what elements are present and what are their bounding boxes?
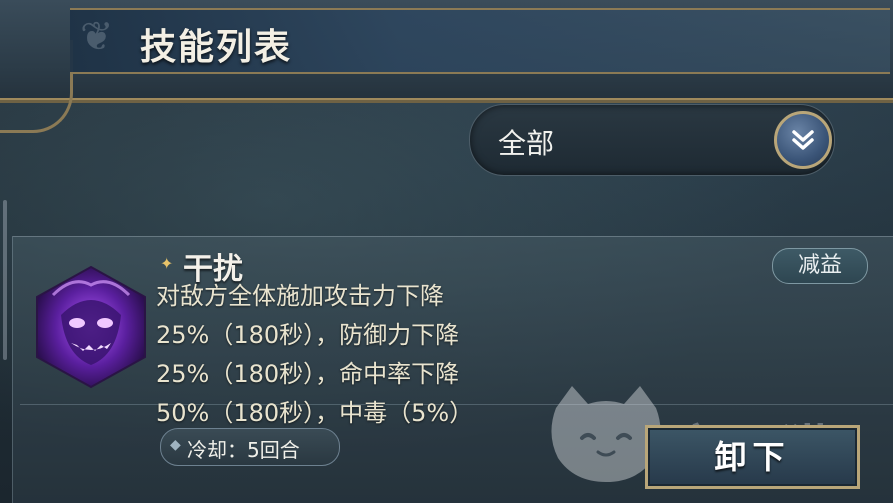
- skill-type-badge: 减益: [772, 248, 868, 284]
- list-scrollbar[interactable]: [3, 200, 7, 360]
- frame-ornament: [0, 40, 73, 133]
- sparkle-icon: ✦: [160, 254, 174, 273]
- skill-description-line: 对敌方全体施加攻击力下降: [156, 282, 444, 310]
- skill-description-line: 25%（180秒），命中率下降: [156, 360, 460, 388]
- page-title: 技能列表: [140, 27, 293, 68]
- double-chevron-down-icon[interactable]: [774, 111, 832, 169]
- filter-selected-value: 全部: [498, 127, 555, 160]
- ornament-icon: ❦: [80, 14, 114, 60]
- purple-demon-face-icon: [36, 265, 146, 389]
- cooldown-pill: ◆ 冷却：5回合: [160, 428, 340, 466]
- skill-description-line: 25%（180秒），防御力下降: [156, 321, 460, 349]
- cooldown-text: 冷却：5回合: [187, 438, 300, 462]
- diamond-icon: ◆: [170, 437, 181, 453]
- unequip-button[interactable]: 卸下: [645, 425, 860, 489]
- skill-list-screen: ❦ 技能列表 全部 ✦ 干扰 对敌方全体施加攻击力下降 25%（180秒），防御…: [0, 0, 893, 503]
- filter-dropdown[interactable]: 全部: [469, 104, 835, 176]
- skill-description-line: 50%（180秒），中毒（5%）: [156, 399, 474, 427]
